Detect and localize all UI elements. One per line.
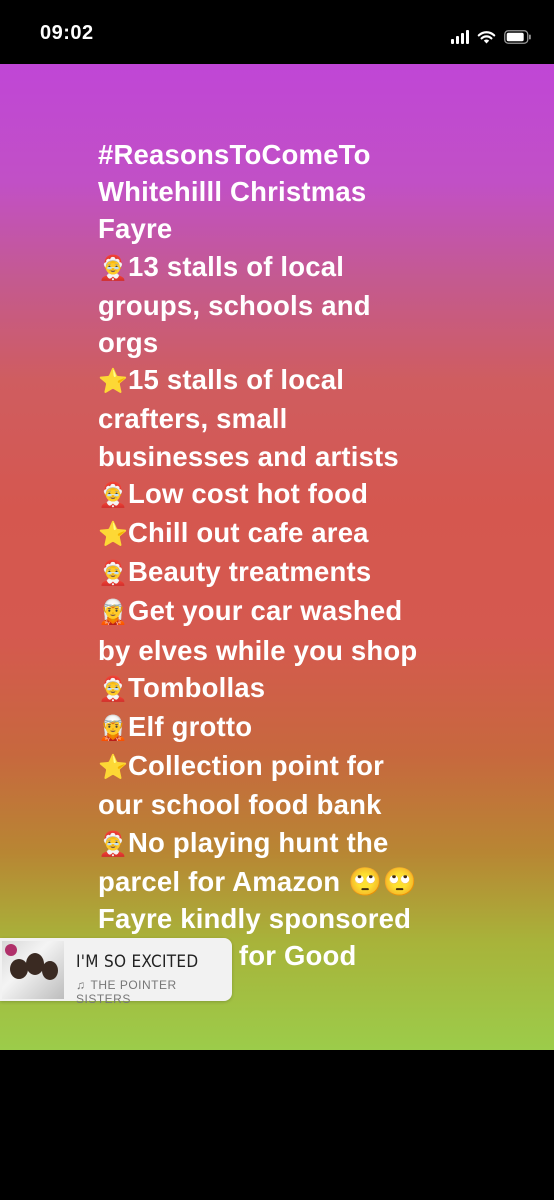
story-line: groups, schools and <box>98 287 538 324</box>
star-emoji-icon: ⭐ <box>98 521 129 549</box>
story-line: 🤶Low cost hot food <box>98 475 538 514</box>
mrs-claus-emoji-icon: 🤶 <box>98 830 129 858</box>
story-line: ⭐Collection point for <box>98 747 538 786</box>
story-line: Fayre kindly sponsored <box>98 900 538 937</box>
story-line: 🧝Elf grotto <box>98 708 538 747</box>
story-line: 🤶Tombollas <box>98 669 538 708</box>
mrs-claus-emoji-icon: 🤶 <box>98 675 129 703</box>
cellular-signal-icon <box>451 30 469 44</box>
story-text: #ReasonsToComeTo Whitehilll Christmas Fayr… <box>98 136 538 974</box>
story-line: 🤶Beauty treatments <box>98 553 538 592</box>
story-line-text: Elf grotto <box>128 711 253 743</box>
story-line-text: Get your car washed <box>128 595 403 627</box>
status-time: 09:02 <box>40 22 94 44</box>
star-emoji-icon: ⭐ <box>98 368 129 396</box>
elf-emoji-icon: 🧝 <box>98 715 129 743</box>
story-line: ⭐15 stalls of local <box>98 361 538 400</box>
story-line: our school food bank <box>98 786 538 823</box>
battery-icon <box>504 30 532 44</box>
record-label-logo <box>5 944 17 956</box>
star-emoji-icon: ⭐ <box>98 754 129 782</box>
song-title: I'M SO EXCITED <box>76 952 199 972</box>
story-line: businesses and artists <box>98 438 538 475</box>
story-line-text: No playing hunt the <box>128 826 389 858</box>
story-line-text: Beauty treatments <box>128 556 372 588</box>
story-line-text: Collection point for <box>128 750 385 782</box>
song-artist: ♫ THE POINTER SISTERS <box>76 978 232 1006</box>
story-line-text: Low cost hot food <box>128 477 369 509</box>
story-line-text: by elves while you shop <box>98 634 418 666</box>
story-line: Whitehilll Christmas <box>98 173 538 210</box>
story-line: #ReasonsToComeTo <box>98 136 538 173</box>
story-line: crafters, small <box>98 400 538 437</box>
elf-emoji-icon: 🧝 <box>98 599 129 627</box>
story-line-text: orgs <box>98 327 159 359</box>
story-line-text: Chill out cafe area <box>128 517 369 549</box>
music-sticker[interactable]: I'M SO EXCITED ♫ THE POINTER SISTERS <box>0 938 232 1006</box>
story-line: ⭐Chill out cafe area <box>98 514 538 553</box>
story-line-text: groups, schools and <box>98 289 371 321</box>
mrs-claus-emoji-icon: 🤶 <box>98 560 129 588</box>
story-line-text: 15 stalls of local <box>128 364 345 396</box>
story-line: Fayre <box>98 210 538 247</box>
story-line: 🤶No playing hunt the <box>98 824 538 863</box>
story-line: 🧝Get your car washed <box>98 592 538 631</box>
story-line: by elves while you shop <box>98 632 538 669</box>
mrs-claus-emoji-icon: 🤶 <box>98 481 129 509</box>
wifi-icon <box>477 30 496 44</box>
status-icons <box>451 24 532 44</box>
story-line: 🤶13 stalls of local <box>98 248 538 287</box>
story-line: parcel for Amazon 🙄🙄 <box>98 863 538 900</box>
story-line-text: our school food bank <box>98 789 382 821</box>
story-line-text: Tombollas <box>128 671 266 703</box>
story-line-text: parcel for Amazon 🙄🙄 <box>98 865 418 897</box>
story-canvas[interactable]: #ReasonsToComeTo Whitehilll Christmas Fayr… <box>0 64 554 1050</box>
story-line: orgs <box>98 324 538 361</box>
story-line-text: businesses and artists <box>98 440 399 472</box>
story-line-text: Whitehilll Christmas <box>98 176 367 208</box>
music-note-icon: ♫ <box>76 978 86 992</box>
album-art <box>2 941 64 999</box>
artist-name: THE POINTER SISTERS <box>76 978 177 1006</box>
story-line-text: #ReasonsToComeTo <box>98 139 371 170</box>
story-line-text: 13 stalls of local <box>128 250 345 282</box>
story-line-text: Fayre <box>98 213 173 245</box>
status-bar: 09:02 <box>0 0 554 64</box>
mrs-claus-emoji-icon: 🤶 <box>98 254 129 282</box>
story-line-text: Fayre kindly sponsored <box>98 903 412 935</box>
story-line-text: crafters, small <box>98 403 288 435</box>
